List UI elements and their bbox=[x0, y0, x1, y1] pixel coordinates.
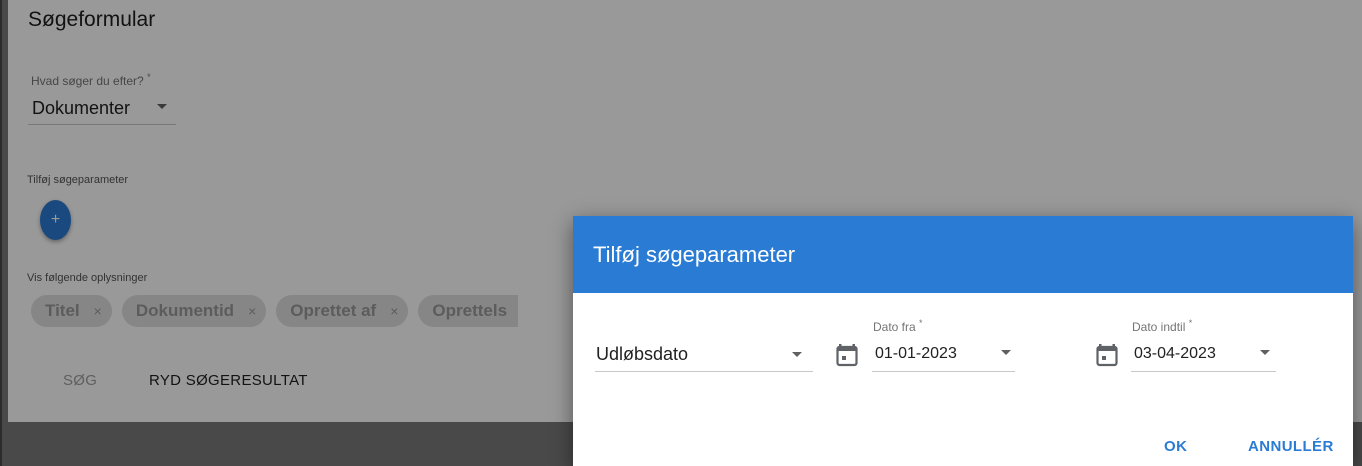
date-to-underline bbox=[1131, 371, 1276, 372]
chevron-down-icon[interactable] bbox=[792, 352, 802, 357]
ok-button[interactable]: OK bbox=[1164, 438, 1187, 455]
parameter-underline bbox=[595, 371, 813, 372]
parameter-select[interactable]: Udløbsdato bbox=[596, 344, 688, 365]
dialog-header: Tilføj søgeparameter bbox=[573, 216, 1353, 293]
chevron-down-icon[interactable] bbox=[1001, 350, 1011, 355]
calendar-icon[interactable] bbox=[1096, 343, 1118, 367]
date-from-input[interactable]: 01-01-2023 bbox=[875, 345, 957, 363]
date-from-label: Dato fra * bbox=[873, 318, 923, 334]
dialog-title: Tilføj søgeparameter bbox=[593, 242, 796, 267]
date-to-label: Dato indtil * bbox=[1132, 318, 1193, 334]
chevron-down-icon[interactable] bbox=[1260, 350, 1270, 355]
add-param-dialog: Tilføj søgeparameter Udløbsdato Dato fra… bbox=[573, 216, 1353, 466]
cancel-button[interactable]: ANNULLÉR bbox=[1248, 438, 1334, 455]
calendar-icon[interactable] bbox=[836, 343, 858, 367]
date-from-underline bbox=[872, 371, 1015, 372]
date-to-input[interactable]: 03-04-2023 bbox=[1134, 345, 1216, 363]
